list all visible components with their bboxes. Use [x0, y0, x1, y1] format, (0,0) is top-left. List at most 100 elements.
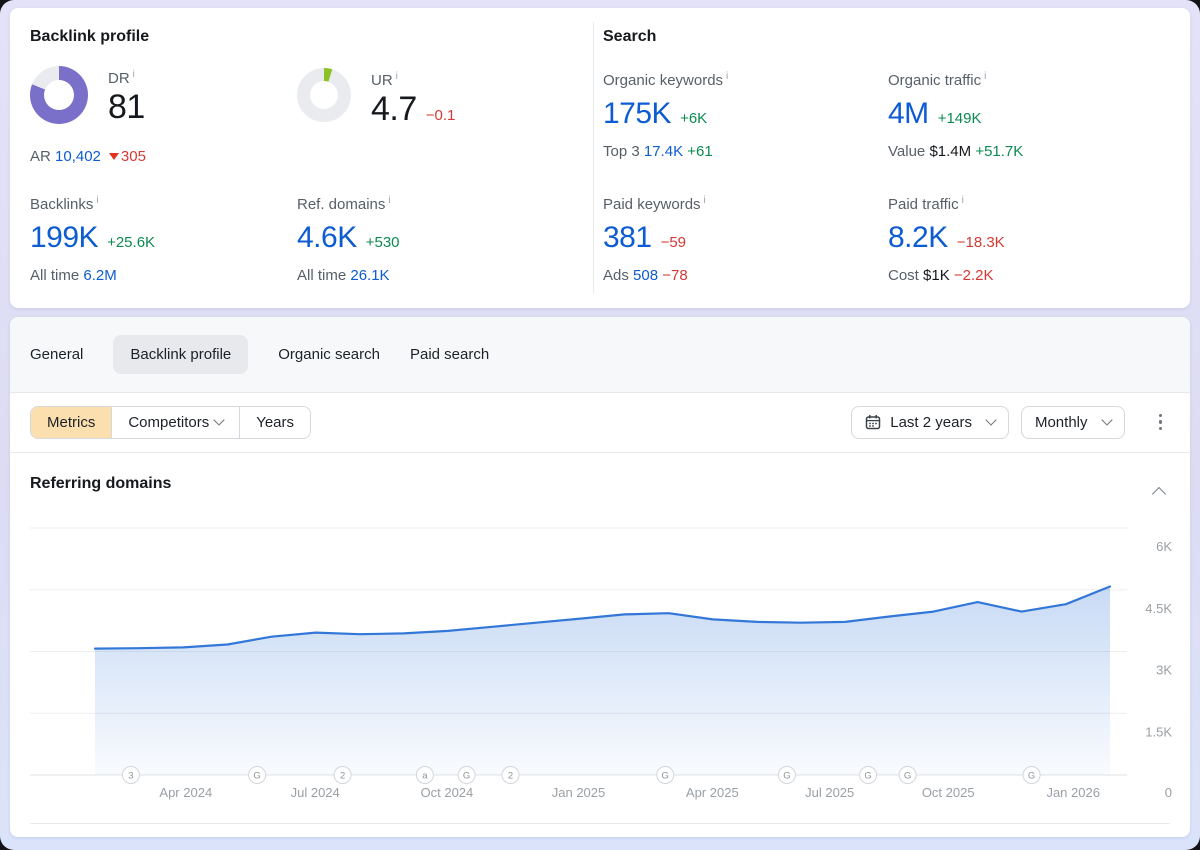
- info-icon[interactable]: i: [133, 69, 135, 80]
- dr-donut-chart: [30, 66, 88, 124]
- chevron-down-icon: [985, 414, 996, 425]
- svg-text:2: 2: [508, 771, 513, 782]
- more-options-button[interactable]: [1151, 408, 1171, 437]
- ref-domains-value-link[interactable]: 4.6K: [297, 221, 357, 255]
- svg-text:1.5K: 1.5K: [1145, 724, 1172, 739]
- competitors-button[interactable]: Competitors: [111, 407, 239, 438]
- url-rating-block: URi 4.7 −0.1: [297, 68, 455, 128]
- svg-text:Oct 2025: Oct 2025: [922, 785, 975, 800]
- info-icon[interactable]: i: [962, 195, 964, 206]
- info-icon[interactable]: i: [96, 195, 98, 206]
- ref-domains-label: Ref. domainsi: [297, 192, 400, 214]
- section-bottom-divider: [30, 823, 1170, 824]
- svg-text:Apr 2024: Apr 2024: [159, 785, 212, 800]
- chart-toolbar: Metrics Competitors Years Last 2 years M…: [10, 392, 1190, 452]
- ar-delta: 305: [121, 148, 146, 165]
- ar-value-link[interactable]: 10,402: [55, 148, 101, 165]
- referring-domains-chart[interactable]: 6K4.5K3K1.5K03G2aG2GGGGGApr 2024Jul 2024…: [30, 520, 1177, 810]
- search-heading: Search: [603, 28, 656, 46]
- svg-text:G: G: [662, 771, 669, 782]
- ads-line: Ads 508 −78: [603, 267, 706, 284]
- organic-keywords-metric: Organic keywordsi 175K+6K Top 3 17.4K +6…: [603, 68, 728, 160]
- paid-keywords-metric: Paid keywordsi 381−59 Ads 508 −78: [603, 192, 706, 284]
- paid-traffic-value-link[interactable]: 8.2K: [888, 221, 948, 255]
- toolbar-right-group: Last 2 years Monthly: [851, 406, 1170, 439]
- date-range-button[interactable]: Last 2 years: [851, 406, 1009, 439]
- backlinks-value-link[interactable]: 199K: [30, 221, 98, 255]
- top3-line: Top 3 17.4K +61: [603, 143, 728, 160]
- svg-text:G: G: [904, 771, 911, 782]
- organic-traffic-value-link[interactable]: 4M: [888, 97, 929, 131]
- toolbar-divider: [10, 452, 1190, 453]
- svg-text:4.5K: 4.5K: [1145, 601, 1172, 616]
- traffic-value-delta: +51.7K: [975, 143, 1023, 160]
- years-button[interactable]: Years: [239, 407, 310, 438]
- paid-traffic-label: Paid traffici: [888, 192, 1005, 214]
- summary-card: Backlink profile Search DRi 81 AR 10,402…: [10, 8, 1190, 308]
- svg-text:Jul 2024: Jul 2024: [291, 785, 340, 800]
- traffic-value-line: Value $1.4M +51.7K: [888, 143, 1023, 160]
- info-icon[interactable]: i: [726, 71, 728, 82]
- organic-traffic-delta: +149K: [938, 110, 982, 127]
- view-mode-switch: Metrics Competitors Years: [30, 406, 311, 439]
- collapse-section-button[interactable]: [1150, 480, 1168, 508]
- organic-keywords-value-link[interactable]: 175K: [603, 97, 671, 131]
- ref-domains-alltime-link[interactable]: 26.1K: [350, 267, 389, 284]
- svg-text:Jan 2025: Jan 2025: [552, 785, 606, 800]
- ads-value-link[interactable]: 508: [633, 267, 658, 284]
- organic-keywords-label: Organic keywordsi: [603, 68, 728, 90]
- info-icon[interactable]: i: [396, 71, 398, 82]
- svg-text:Apr 2025: Apr 2025: [686, 785, 739, 800]
- info-icon[interactable]: i: [388, 195, 390, 206]
- tab-general[interactable]: General: [30, 346, 83, 363]
- cost-value: $1K: [923, 267, 950, 284]
- ur-delta: −0.1: [426, 107, 456, 124]
- report-card: General Backlink profile Organic search …: [10, 317, 1190, 837]
- backlinks-metric: Backlinksi 199K +25.6K All time 6.2M: [30, 192, 155, 284]
- svg-text:Oct 2024: Oct 2024: [421, 785, 474, 800]
- tab-backlink-profile[interactable]: Backlink profile: [113, 335, 248, 374]
- svg-text:G: G: [253, 771, 260, 782]
- organic-traffic-metric: Organic traffici 4M +149K Value $1.4M +51…: [888, 68, 1023, 160]
- backlinks-alltime-line: All time 6.2M: [30, 267, 155, 284]
- down-triangle-icon: [109, 153, 119, 160]
- cost-line: Cost $1K −2.2K: [888, 267, 1005, 284]
- backlinks-delta: +25.6K: [107, 234, 155, 251]
- paid-traffic-metric: Paid traffici 8.2K−18.3K Cost $1K −2.2K: [888, 192, 1005, 284]
- organic-traffic-label: Organic traffici: [888, 68, 1023, 90]
- ahrefs-rank-line: AR 10,402 305: [30, 148, 146, 165]
- metrics-button[interactable]: Metrics: [31, 407, 111, 438]
- svg-text:G: G: [864, 771, 871, 782]
- ref-domains-delta: +530: [366, 234, 400, 251]
- dr-value: 81: [108, 88, 145, 126]
- referring-domains-heading: Referring domains: [30, 475, 171, 493]
- cost-delta: −2.2K: [954, 267, 994, 284]
- paid-keywords-value-link[interactable]: 381: [603, 221, 652, 255]
- top3-value-link[interactable]: 17.4K: [644, 143, 683, 160]
- svg-text:G: G: [463, 771, 470, 782]
- svg-text:G: G: [1028, 771, 1035, 782]
- info-icon[interactable]: i: [984, 71, 986, 82]
- domain-rating-block: DRi 81: [30, 66, 145, 126]
- svg-text:Jul 2025: Jul 2025: [805, 785, 854, 800]
- svg-text:3: 3: [128, 771, 133, 782]
- granularity-button[interactable]: Monthly: [1021, 406, 1125, 439]
- chevron-down-icon: [1101, 414, 1112, 425]
- svg-text:6K: 6K: [1156, 539, 1172, 554]
- backlinks-label: Backlinksi: [30, 192, 155, 214]
- ads-delta: −78: [662, 267, 687, 284]
- svg-text:3K: 3K: [1156, 663, 1172, 678]
- calendar-icon: [865, 414, 881, 430]
- svg-text:G: G: [783, 771, 790, 782]
- tab-paid-search[interactable]: Paid search: [410, 346, 489, 363]
- paid-keywords-delta: −59: [661, 234, 686, 251]
- ar-label: AR: [30, 148, 51, 165]
- ur-donut-chart: [297, 68, 351, 122]
- ur-value: 4.7: [371, 90, 417, 128]
- ref-domains-alltime-line: All time 26.1K: [297, 267, 400, 284]
- tab-organic-search[interactable]: Organic search: [278, 346, 380, 363]
- info-icon[interactable]: i: [704, 195, 706, 206]
- svg-text:Jan 2026: Jan 2026: [1046, 785, 1100, 800]
- backlinks-alltime-link[interactable]: 6.2M: [83, 267, 116, 284]
- svg-text:0: 0: [1165, 785, 1172, 800]
